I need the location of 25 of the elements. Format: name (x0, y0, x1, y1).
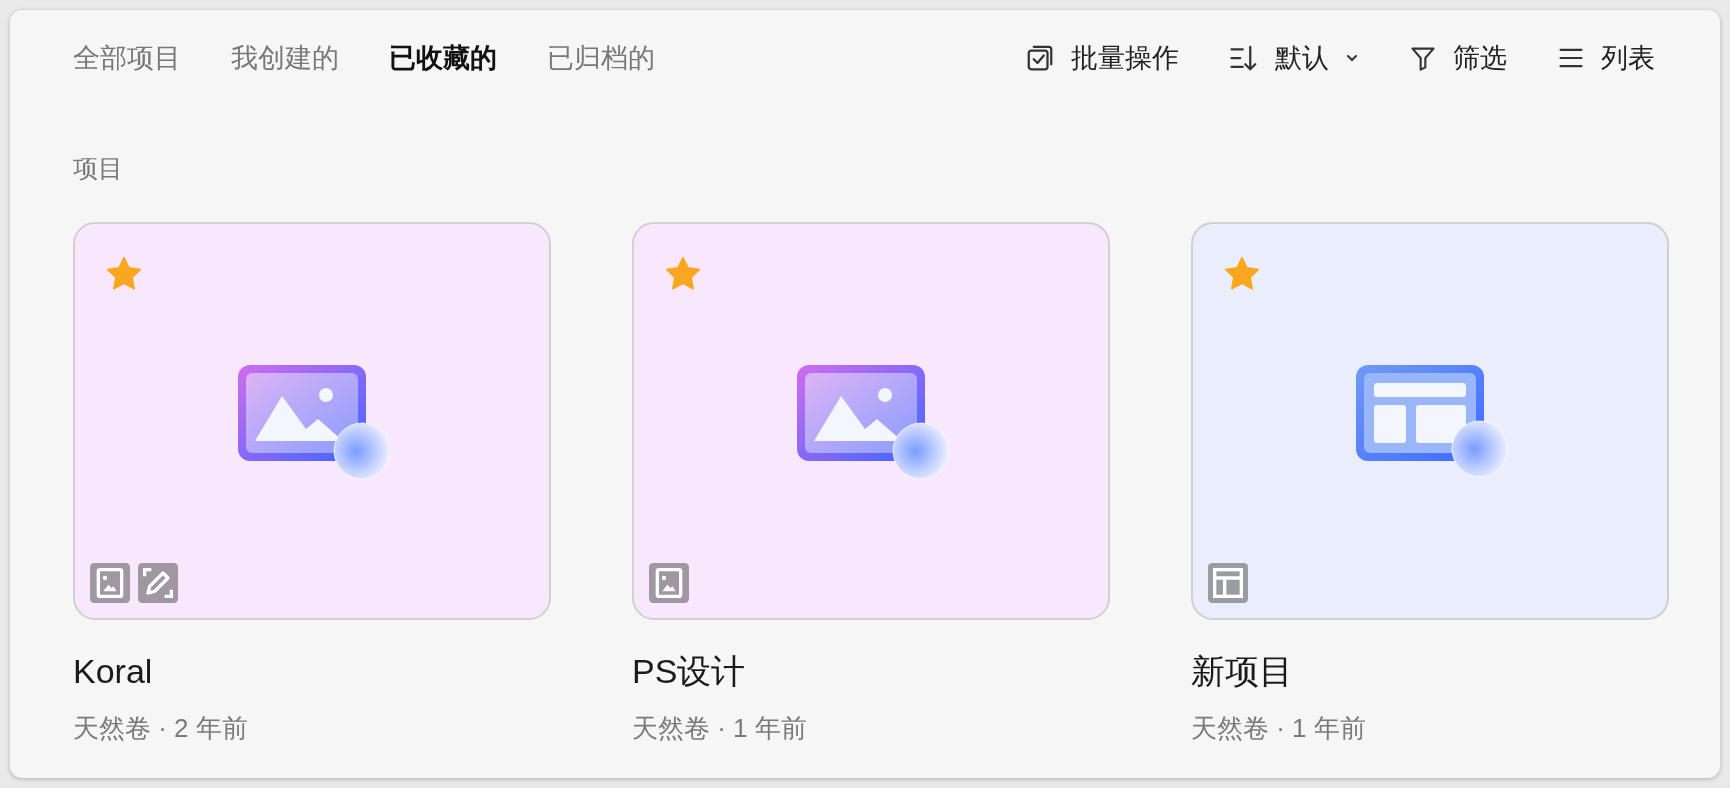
pencil-icon (138, 562, 178, 603)
project-thumbnail[interactable] (1191, 221, 1669, 620)
tab[interactable]: 已归档的 (547, 37, 655, 79)
project-meta: 天然卷 · 2 年前 (73, 711, 249, 745)
tab[interactable]: 我创建的 (231, 37, 339, 79)
project-name: 新项目 (1191, 650, 1294, 692)
checkbox-stack-icon (1025, 43, 1055, 73)
chevron-down-icon (1345, 53, 1359, 63)
project-name: PS设计 (632, 650, 747, 692)
sort-button[interactable]: 默认 (1229, 37, 1359, 79)
list-button[interactable]: 列表 (1557, 37, 1655, 79)
image-icon (90, 562, 130, 603)
project-name: Koral (73, 650, 154, 692)
sort-icon (1229, 43, 1259, 73)
project-meta: 天然卷 · 1 年前 (1191, 711, 1367, 745)
tab[interactable]: 全部项目 (73, 37, 181, 79)
project-thumbnail[interactable] (632, 221, 1110, 620)
filter-button[interactable]: 筛选 (1409, 37, 1507, 79)
layout-icon (1208, 562, 1248, 603)
batch-button[interactable]: 批量操作 (1025, 37, 1179, 79)
tab[interactable]: 已收藏的 (389, 37, 497, 79)
image-icon (649, 562, 689, 603)
section-title: 项目 (73, 153, 124, 184)
project-thumbnail[interactable] (73, 221, 551, 620)
project-meta: 天然卷 · 1 年前 (632, 711, 808, 745)
